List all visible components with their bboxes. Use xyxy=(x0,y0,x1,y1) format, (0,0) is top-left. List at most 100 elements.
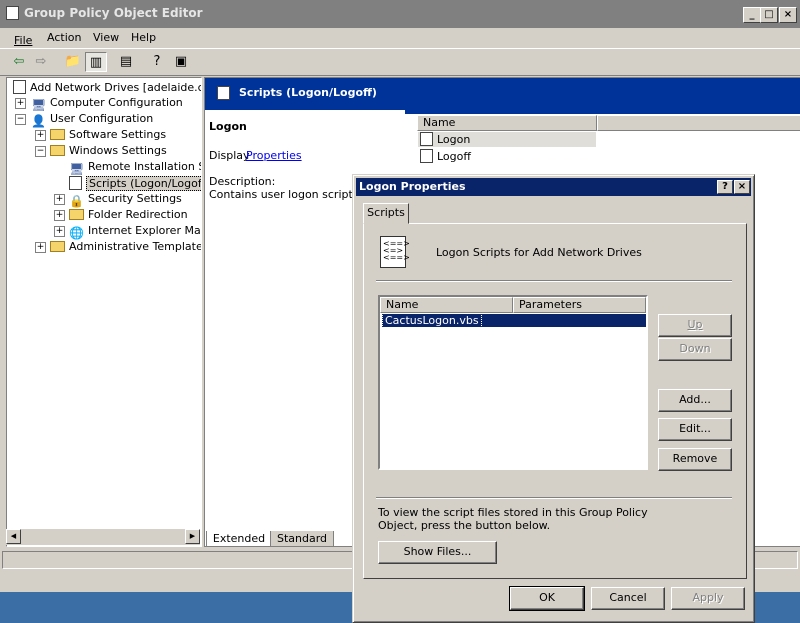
toolbar: ⇦ ⇨ 📁 ▥ ▤ ? ▣ xyxy=(0,48,800,76)
details-heading: Logon xyxy=(209,120,247,133)
tab-standard[interactable]: Standard xyxy=(270,531,334,547)
edit-label: Edit... xyxy=(679,422,711,435)
ie-icon: 🌐 xyxy=(69,226,84,240)
help-icon[interactable]: ? xyxy=(146,52,168,72)
tab-scripts-label: Scripts xyxy=(367,206,405,219)
script-icon xyxy=(420,149,433,163)
menu-view[interactable]: View xyxy=(93,31,119,44)
tree-folder-redirection[interactable]: Folder Redirection xyxy=(69,208,188,222)
list-item-logon[interactable]: Logon xyxy=(418,132,596,147)
collapse-windows-icon[interactable]: − xyxy=(35,146,46,157)
tree-security-settings[interactable]: 🔒 Security Settings xyxy=(69,192,182,208)
tab-extended[interactable]: Extended xyxy=(206,531,272,547)
add-button[interactable]: Add... xyxy=(658,389,732,412)
tree-user-label: User Configuration xyxy=(50,112,154,125)
tree-folder-label: Folder Redirection xyxy=(88,208,188,221)
tree-windows-settings[interactable]: Windows Settings xyxy=(50,144,167,158)
properties-link[interactable]: Properties xyxy=(246,149,302,162)
apply-button[interactable]: Apply xyxy=(671,587,745,610)
description-label: Description: xyxy=(209,175,276,188)
tab-scripts[interactable]: Scripts xyxy=(363,203,409,224)
tree-scripts[interactable]: Scripts (Logon/Logoff) xyxy=(69,176,201,191)
logon-properties-dialog: Logon Properties ? × Scripts <==> <=> <==>… xyxy=(352,174,755,623)
cancel-button[interactable]: Cancel xyxy=(591,587,665,610)
scripts-list[interactable]: Name Parameters CactusLogon.vbs xyxy=(378,295,648,470)
apply-label: Apply xyxy=(692,591,724,604)
up-folder-icon[interactable]: 📁 xyxy=(62,52,84,72)
down-button[interactable]: Down xyxy=(658,338,732,361)
export-list-icon[interactable]: ▤ xyxy=(115,52,137,72)
user-icon: 👤 xyxy=(31,114,46,128)
remote-install-icon: 🖥 xyxy=(69,162,85,176)
menu-help[interactable]: Help xyxy=(131,31,156,44)
column-header-empty[interactable] xyxy=(597,115,800,131)
expand-security-icon[interactable]: + xyxy=(54,194,65,205)
menu-action[interactable]: Action xyxy=(47,31,81,44)
console-tree: Add Network Drives [adelaide.cactus] + 🖥… xyxy=(6,77,202,547)
tree-root[interactable]: Add Network Drives [adelaide.cactus] xyxy=(13,80,201,95)
tree-remote-installation[interactable]: 🖥Remote Installation Services xyxy=(69,160,201,176)
expand-ie-icon[interactable]: + xyxy=(54,226,65,237)
app-icon xyxy=(6,6,19,20)
tree-computer-configuration[interactable]: 🖥 Computer Configuration xyxy=(31,96,183,112)
banner-title: Scripts (Logon/Logoff) xyxy=(239,86,377,99)
script-icon xyxy=(217,86,230,100)
show-files-button[interactable]: Show Files... xyxy=(378,541,497,564)
edit-button[interactable]: Edit... xyxy=(658,418,732,441)
tree-software-settings[interactable]: Software Settings xyxy=(50,128,166,142)
tree-user-configuration[interactable]: 👤 User Configuration xyxy=(31,112,153,128)
dialog-close-button[interactable]: × xyxy=(734,180,750,194)
close-button[interactable]: × xyxy=(779,7,797,23)
maximize-button[interactable]: □ xyxy=(760,7,778,23)
scroll-left-icon[interactable]: ◀ xyxy=(6,529,21,544)
expand-folder-redirection-icon[interactable]: + xyxy=(54,210,65,221)
column-header-name[interactable]: Name xyxy=(417,115,597,131)
menu-bar: File Action View Help xyxy=(0,28,800,48)
script-name: CactusLogon.vbs xyxy=(382,313,482,328)
tree-windows-label: Windows Settings xyxy=(69,144,167,157)
info-text: To view the script files stored in this … xyxy=(378,506,648,532)
policy-icon xyxy=(13,80,26,94)
back-arrow-icon[interactable]: ⇦ xyxy=(8,52,30,72)
menu-file-label: File xyxy=(14,34,33,47)
script-icon xyxy=(69,176,82,190)
scripts-tab-pane: <==> <=> <==> Logon Scripts for Add Networ… xyxy=(363,223,747,579)
title-bar[interactable]: Group Policy Object Editor _ □ × xyxy=(0,0,800,28)
expand-admin-icon[interactable]: + xyxy=(35,242,46,253)
script-row[interactable]: CactusLogon.vbs xyxy=(382,313,646,328)
tree-ie-label: Internet Explorer Maintenance xyxy=(88,224,201,237)
up-button[interactable]: Up xyxy=(658,314,732,337)
folder-icon xyxy=(50,129,65,140)
list-item-logoff[interactable]: Logoff xyxy=(418,149,471,164)
expand-software-icon[interactable]: + xyxy=(35,130,46,141)
expand-computer-icon[interactable]: + xyxy=(15,98,26,109)
tree-ie-maintenance[interactable]: 🌐 Internet Explorer Maintenance xyxy=(69,224,201,240)
ok-button[interactable]: OK xyxy=(509,586,585,611)
show-tree-icon[interactable]: ▥ xyxy=(85,52,107,72)
col-name-label: Name xyxy=(386,298,419,311)
column-header-parameters[interactable]: Parameters xyxy=(513,297,646,313)
minimize-button[interactable]: _ xyxy=(743,7,761,23)
remove-button[interactable]: Remove xyxy=(658,448,732,471)
tab-standard-label: Standard xyxy=(276,532,328,545)
tree-security-label: Security Settings xyxy=(88,192,182,205)
collapse-user-icon[interactable]: − xyxy=(15,114,26,125)
tree-scripts-label: Scripts (Logon/Logoff) xyxy=(86,176,201,191)
dialog-header-text: Logon Scripts for Add Network Drives xyxy=(436,246,642,259)
column-name-label: Name xyxy=(423,116,456,129)
forward-arrow-icon[interactable]: ⇨ xyxy=(30,52,52,72)
show-files-label: Show Files... xyxy=(403,545,472,558)
column-header-name[interactable]: Name xyxy=(380,297,513,313)
tree-hscrollbar[interactable]: ◀ ▶ xyxy=(6,529,200,545)
properties-icon[interactable]: ▣ xyxy=(170,52,192,72)
dialog-title-bar[interactable]: Logon Properties ? × xyxy=(356,178,751,196)
tree-computer-label: Computer Configuration xyxy=(50,96,183,109)
list-item-label: Logon xyxy=(437,133,471,146)
folder-icon xyxy=(69,209,84,220)
up-label: Up xyxy=(687,318,703,331)
scroll-right-icon[interactable]: ▶ xyxy=(185,529,200,544)
tree-remote-label: Remote Installation Services xyxy=(88,160,201,173)
security-icon: 🔒 xyxy=(69,194,84,208)
tree-administrative-templates[interactable]: Administrative Templates xyxy=(50,240,201,254)
dialog-help-button[interactable]: ? xyxy=(717,180,733,194)
